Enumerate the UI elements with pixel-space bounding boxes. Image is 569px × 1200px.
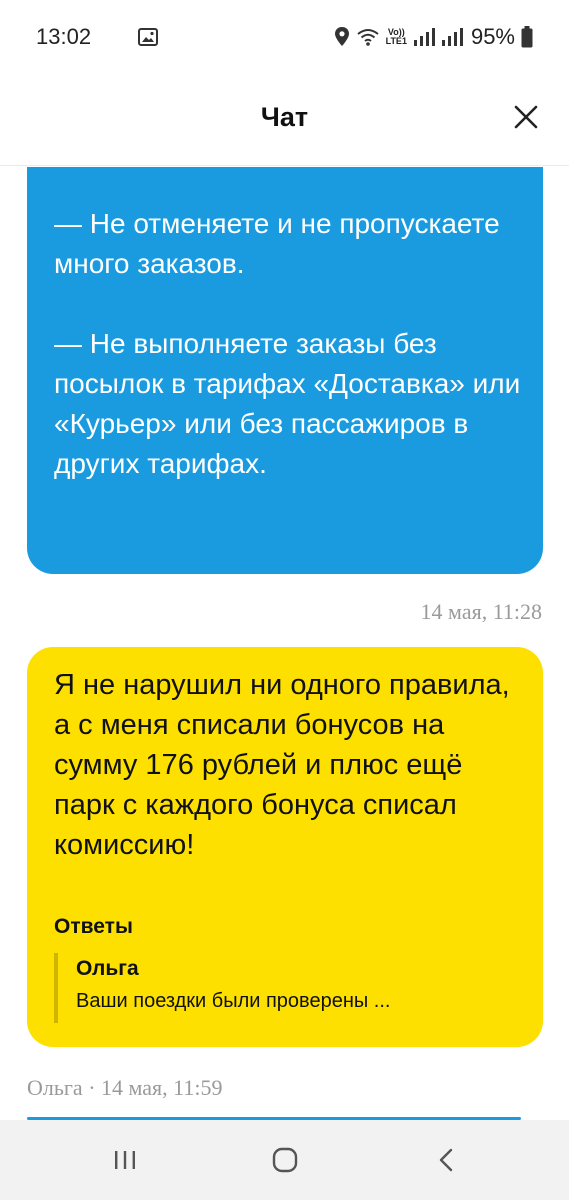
support-message-bubble: — Не отменяете и не пропускаете много за… <box>27 167 543 574</box>
message-meta: Ольга · 14 мая, 11:59 <box>27 1075 223 1100</box>
chat-messages[interactable]: — Не отменяете и не пропускаете много за… <box>0 167 569 1120</box>
status-time: 13:02 <box>36 24 92 49</box>
home-icon[interactable] <box>270 1146 300 1174</box>
battery-icon <box>521 26 533 48</box>
location-icon <box>334 27 349 46</box>
reply-preview-text: Ваши поездки были проверены ... <box>76 990 391 1012</box>
battery-percent: 95% <box>470 24 515 49</box>
signal-icon <box>441 28 463 46</box>
gallery-icon <box>138 28 158 46</box>
reply-preview[interactable]: Ольга Ваши поездки были проверены ... <box>54 953 524 1023</box>
recent-apps-icon[interactable] <box>110 1146 140 1174</box>
signal-icon <box>413 28 435 46</box>
user-message-bubble: Я не нарушил ни одного правила, а с меня… <box>27 647 543 1047</box>
support-message-text: — Не отменяете и не пропускаете много за… <box>54 208 521 479</box>
status-bar: 13:02 Vo)) LTE1 95% <box>0 0 569 80</box>
page-title: Чат <box>260 102 309 132</box>
reply-author: Ольга <box>76 957 139 980</box>
wifi-icon <box>356 29 379 46</box>
status-icons: Vo)) LTE1 95% <box>334 22 533 52</box>
back-icon[interactable] <box>432 1146 462 1174</box>
message-timestamp: 14 мая, 11:28 <box>420 599 542 624</box>
replies-heading: Ответы <box>54 915 133 938</box>
system-nav-bar <box>0 1120 569 1200</box>
volte-icon: Vo)) LTE1 <box>386 28 407 46</box>
lte-label: LTE1 <box>385 36 407 46</box>
user-message-text: Я не нарушил ни одного правила, а с меня… <box>54 669 510 861</box>
close-icon[interactable] <box>511 102 541 132</box>
chat-header: Чат <box>0 80 569 166</box>
